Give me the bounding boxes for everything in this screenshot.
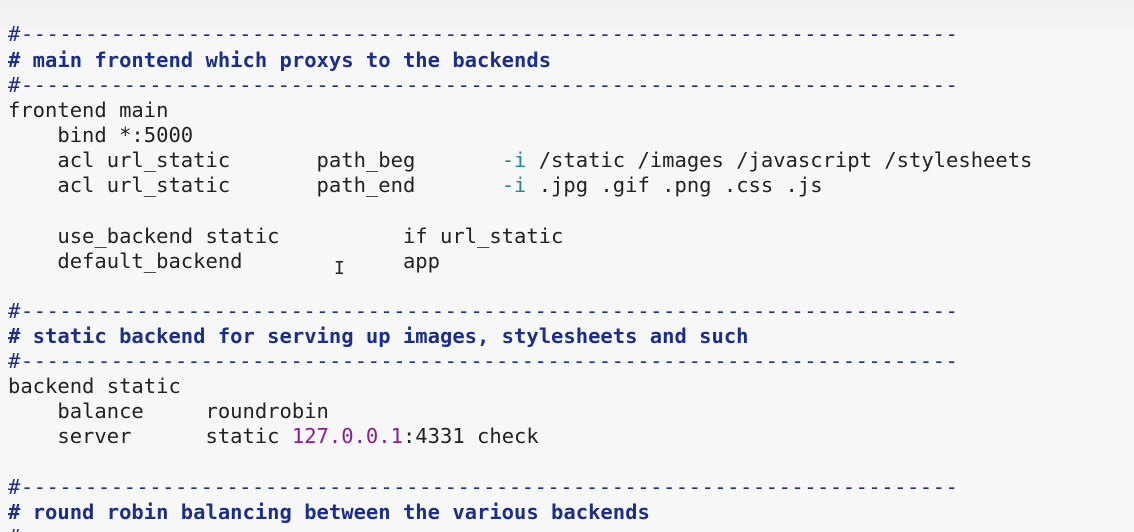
comment-separator: #---------------------------------------… bbox=[8, 299, 959, 323]
server-text: server static bbox=[8, 424, 292, 448]
comment-round-robin: # round robin balancing between the vari… bbox=[8, 500, 650, 524]
acl-path-beg-values: /static /images /javascript /stylesheets bbox=[526, 148, 1033, 172]
balance-line: balance roundrobin bbox=[8, 399, 329, 423]
comment-separator: #---------------------------------------… bbox=[8, 349, 959, 373]
bind-line: bind *:5000 bbox=[8, 123, 194, 147]
case-insensitive-flag: -i bbox=[501, 148, 527, 172]
case-insensitive-flag: -i bbox=[501, 173, 527, 197]
text-editor[interactable]: #---------------------------------------… bbox=[0, 0, 1134, 532]
frontend-main-line: frontend main bbox=[8, 98, 169, 122]
comment-separator: #---------------------------------------… bbox=[8, 475, 959, 499]
acl-path-end-values: .jpg .gif .png .css .js bbox=[526, 173, 823, 197]
backend-static-line: backend static bbox=[8, 374, 181, 398]
server-ip: 127.0.0.1 bbox=[291, 424, 403, 448]
acl-path-end-line: acl url_static path_end -i .jpg .gif .pn… bbox=[8, 173, 823, 198]
comment-separator: # bbox=[8, 525, 21, 532]
server-line: server static 127.0.0.1:4331 check bbox=[8, 424, 539, 449]
acl-path-beg-text: acl url_static path_beg bbox=[8, 148, 502, 172]
comment-separator: #---------------------------------------… bbox=[8, 73, 959, 97]
default-backend-line: default_backend app bbox=[8, 249, 440, 273]
comment-separator: #---------------------------------------… bbox=[8, 22, 959, 46]
use-backend-line: use_backend static if url_static bbox=[8, 224, 564, 248]
comment-static-backend: # static backend for serving up images, … bbox=[8, 324, 749, 348]
comment-main-frontend: # main frontend which proxys to the back… bbox=[8, 48, 552, 72]
server-port-check: :4331 check bbox=[402, 424, 539, 448]
acl-path-beg-line: acl url_static path_beg -i /static /imag… bbox=[8, 148, 1032, 173]
acl-path-end-text: acl url_static path_end bbox=[8, 173, 502, 197]
text-cursor-icon: I bbox=[334, 258, 345, 279]
